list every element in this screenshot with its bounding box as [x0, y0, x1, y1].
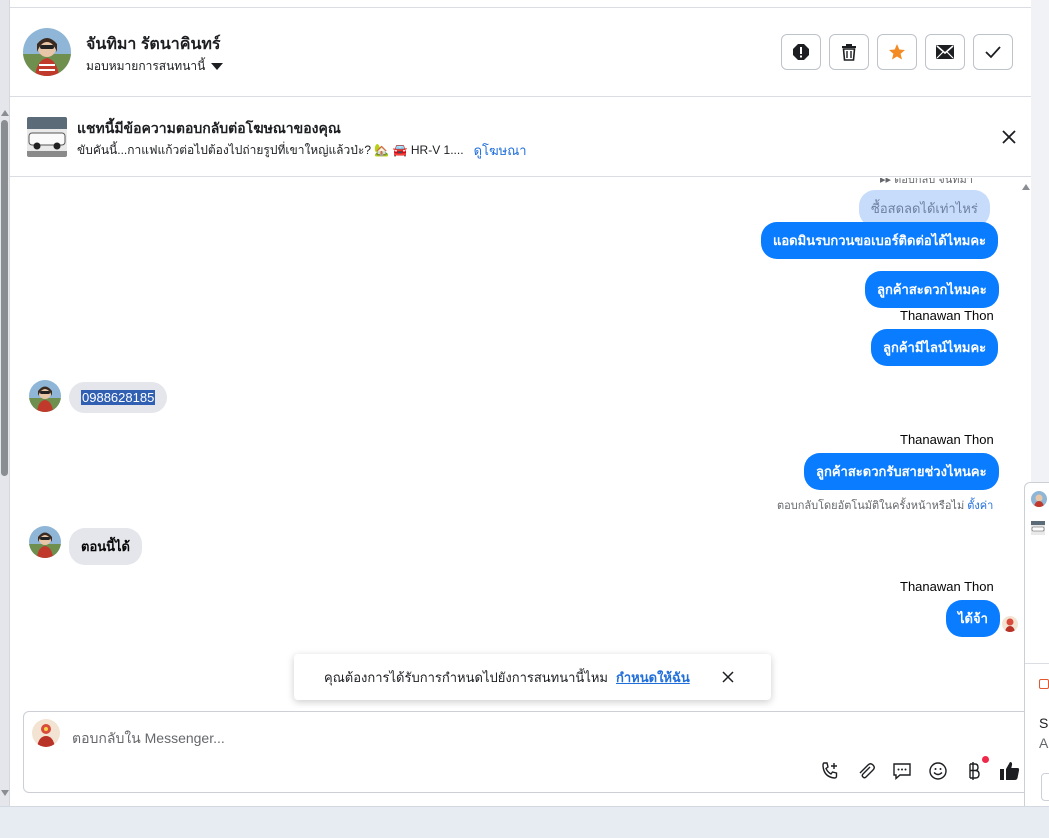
- close-icon: [722, 671, 734, 683]
- emoji-button[interactable]: [927, 760, 949, 782]
- spam-button[interactable]: [781, 34, 821, 70]
- sender-name: Thanawan Thon: [900, 579, 994, 594]
- assign-prompt-text: คุณต้องการได้รับการกำหนดไปยังการสนทนานี้…: [324, 669, 608, 685]
- side-panel-subtext: A: [1039, 735, 1049, 751]
- message-bubble-out[interactable]: ลูกค้ามีไลน์ไหมคะ: [871, 329, 999, 366]
- mark-unread-button[interactable]: [925, 34, 965, 70]
- assign-prompt-toast: คุณต้องการได้รับการกำหนดไปยังการสนทนานี้…: [294, 654, 771, 700]
- scroll-up-arrow-icon[interactable]: [1022, 184, 1030, 190]
- call-button[interactable]: [819, 760, 841, 782]
- assign-to-me-link[interactable]: กำหนดให้ฉัน: [616, 667, 690, 688]
- contact-avatar-small[interactable]: [29, 380, 61, 412]
- smiley-icon: [929, 762, 947, 780]
- scroll-up-arrow-icon[interactable]: [1, 110, 9, 116]
- attach-button[interactable]: [855, 760, 877, 782]
- side-avatar[interactable]: [1031, 491, 1047, 507]
- ad-subtitle-text: ขับคันนี้...กาแฟแก้วต่อไปต้องไปถ่ายรูปที…: [77, 143, 464, 157]
- chat-bubble-icon: [893, 763, 911, 781]
- message-bubble-out[interactable]: ได้จ้า: [946, 600, 1000, 637]
- reply-context: ▸▸ ตอบกลับ จันทิมา: [880, 178, 973, 186]
- notification-dot: [982, 756, 989, 763]
- sender-name: Thanawan Thon: [900, 308, 994, 323]
- baht-icon: [969, 762, 980, 780]
- side-panel: Se A: [1024, 482, 1049, 818]
- message-bubble-in[interactable]: ตอนนี้ได้: [69, 528, 143, 565]
- paperclip-icon: [859, 763, 875, 779]
- assign-dropdown[interactable]: มอบหมายการสนทนานี้: [86, 57, 224, 76]
- check-icon: [985, 46, 1001, 59]
- contact-name: จันทิมา รัตนาคินทร์: [86, 36, 221, 53]
- mail-icon: [936, 45, 954, 59]
- reply-input[interactable]: ตอบกลับใน Messenger...: [72, 728, 225, 750]
- star-icon: [889, 44, 905, 60]
- assign-label: มอบหมายการสนทนานี้: [86, 59, 206, 73]
- saved-replies-button[interactable]: [891, 760, 913, 782]
- contact-avatar-small[interactable]: [29, 526, 61, 558]
- close-icon: [1002, 130, 1016, 144]
- conversation-header: จันทิมา รัตนาคินทร์ มอบหมายการสนทนานี้: [10, 8, 1031, 97]
- read-receipt-avatar: [1002, 616, 1018, 632]
- like-button[interactable]: [999, 760, 1021, 782]
- caret-down-icon: [211, 63, 224, 70]
- settings-link[interactable]: ตั้งค่า: [967, 500, 993, 512]
- auto-reply-text: ตอบกลับโดยอัตโนมัติในครั้งหน้าหรือไม่: [777, 500, 965, 512]
- alert-icon: [793, 44, 809, 60]
- message-bubble-out[interactable]: ลูกค้าสะดวกไหมคะ: [865, 271, 999, 308]
- scroll-down-arrow-icon[interactable]: [1, 790, 9, 796]
- side-item-icon: [1039, 679, 1049, 689]
- message-bubble-in[interactable]: 0988628185: [69, 382, 168, 413]
- message-thread[interactable]: ▸▸ ตอบกลับ จันทิมา ซื้อสดลดได้เท่าไหร่ แ…: [10, 178, 1031, 708]
- mark-done-button[interactable]: [973, 34, 1013, 70]
- contact-avatar[interactable]: [23, 28, 71, 76]
- conversation-panel: จันทิมา รัตนาคินทร์ มอบหมายการสนทนานี้ แ…: [10, 0, 1035, 806]
- view-ad-link[interactable]: ดูโฆษณา: [474, 140, 527, 161]
- thumbs-up-icon: [1000, 762, 1020, 780]
- dismiss-toast-button[interactable]: [720, 669, 736, 685]
- delete-button[interactable]: [829, 34, 869, 70]
- trash-icon: [842, 44, 856, 61]
- payment-button[interactable]: [963, 756, 989, 782]
- left-scrollbar[interactable]: [0, 0, 10, 806]
- reply-composer[interactable]: ตอบกลับใน Messenger...: [23, 711, 1035, 793]
- page-avatar: [32, 719, 60, 747]
- composer-toolbar: [819, 756, 1021, 782]
- sender-name: Thanawan Thon: [900, 432, 994, 447]
- scrollbar-thumb[interactable]: [1, 120, 8, 476]
- ad-reply-banner: แชทนี้มีข้อความตอบกลับต่อโฆษณาของคุณ ขับ…: [10, 97, 1031, 177]
- ad-banner-subtitle: ขับคันนี้...กาแฟแก้วต่อไปต้องไปถ่ายรูปที…: [77, 140, 527, 161]
- phone-plus-icon: [822, 762, 838, 779]
- close-banner-button[interactable]: [999, 127, 1019, 147]
- side-panel-text: Se: [1039, 715, 1049, 731]
- message-bubble-out[interactable]: แอดมินรบกวนขอเบอร์ติดต่อได้ไหมคะ: [761, 222, 999, 259]
- star-button[interactable]: [877, 34, 917, 70]
- phone-number-text: 0988628185: [81, 390, 156, 405]
- auto-reply-note: ตอบกลับโดยอัตโนมัติในครั้งหน้าหรือไม่ ตั…: [777, 496, 993, 514]
- ad-banner-title: แชทนี้มีข้อความตอบกลับต่อโฆษณาของคุณ: [77, 120, 341, 136]
- header-actions: [781, 34, 1013, 70]
- ad-thumbnail[interactable]: [27, 117, 67, 157]
- side-panel-button[interactable]: [1041, 773, 1049, 801]
- message-bubble-out[interactable]: ลูกค้าสะดวกรับสายช่วงไหนคะ: [804, 453, 999, 490]
- bottom-bar: [0, 806, 1049, 838]
- side-ad-thumbnail[interactable]: [1031, 521, 1045, 535]
